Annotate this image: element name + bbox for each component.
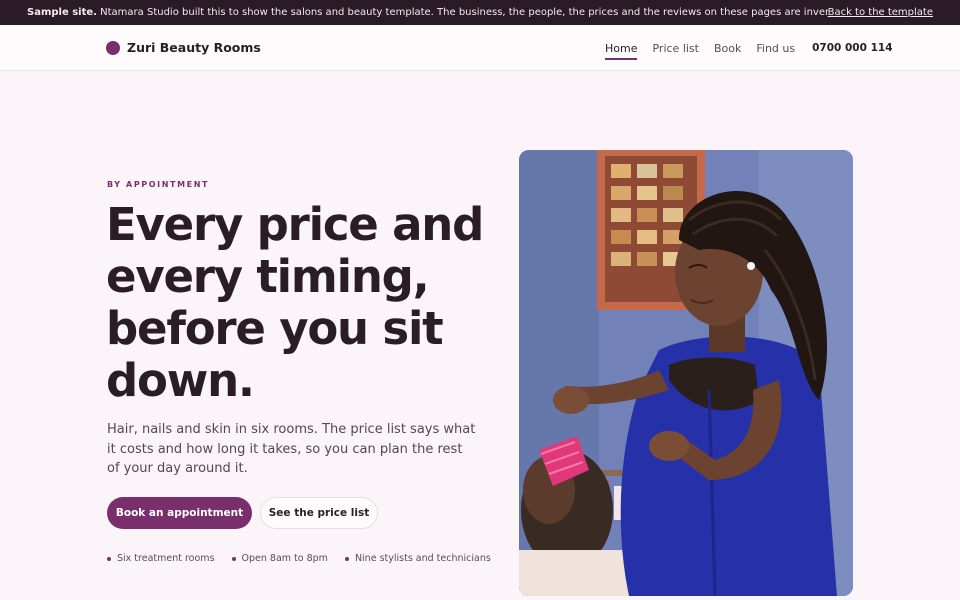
- banner-label: Sample site.: [27, 7, 97, 18]
- fact-item: Nine stylists and technicians: [344, 553, 491, 564]
- fact-text: Six treatment rooms: [117, 553, 215, 564]
- banner-text-wrap: Sample site. Ntamara Studio built this t…: [27, 7, 828, 18]
- nav-home[interactable]: Home: [605, 42, 638, 60]
- book-appointment-button[interactable]: Book an appointment: [107, 497, 252, 529]
- hero-lead: Hair, nails and skin in six rooms. The p…: [107, 422, 476, 476]
- nav-book[interactable]: Book: [714, 42, 741, 55]
- phone-link[interactable]: 0700 000 114: [812, 42, 892, 54]
- bullet-dot-icon: [107, 556, 111, 561]
- bullet-dot-icon: [344, 556, 349, 561]
- nav-price-list[interactable]: Price list: [652, 42, 699, 55]
- fact-text: Nine stylists and technicians: [354, 553, 491, 564]
- brand-dot-icon: [106, 40, 120, 55]
- fact-item: Open 8am to 8pm: [231, 553, 328, 564]
- brand-name: Zuri Beauty Rooms: [127, 40, 261, 55]
- hero-eyebrow: BY APPOINTMENT: [107, 180, 210, 189]
- brand-logo[interactable]: Zuri Beauty Rooms: [106, 40, 261, 55]
- hero-headline: Every price and every timing, before you…: [106, 198, 484, 407]
- sample-site-banner: Sample site. Ntamara Studio built this t…: [0, 0, 960, 25]
- fact-text: Open 8am to 8pm: [241, 553, 328, 564]
- see-price-list-button[interactable]: See the price list: [260, 497, 378, 529]
- bullet-dot-icon: [231, 556, 236, 561]
- hero-facts: Six treatment rooms Open 8am to 8pm Nine…: [107, 553, 508, 564]
- site-header: Zuri Beauty Rooms Home Price list Book F…: [0, 25, 960, 71]
- main-nav: Home Price list Book Find us 0700 000 11…: [605, 25, 893, 71]
- fact-item: Six treatment rooms: [107, 553, 215, 564]
- hero-photo-stylist: [519, 150, 853, 596]
- banner-message: Ntamara Studio built this to show the sa…: [100, 7, 828, 18]
- back-to-template-link[interactable]: Back to the template: [828, 7, 933, 18]
- nav-find-us[interactable]: Find us: [756, 42, 795, 55]
